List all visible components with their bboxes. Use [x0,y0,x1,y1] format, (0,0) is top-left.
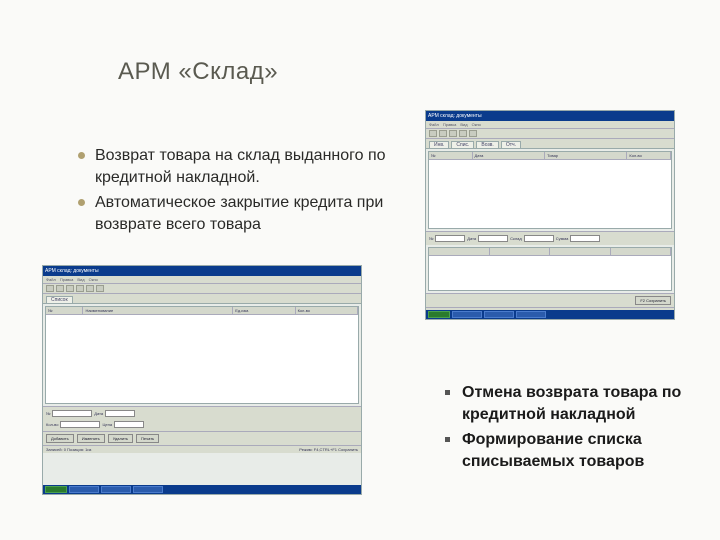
data-grid: № Дата Товар Кол-во [428,151,672,229]
tab: Возв. [476,141,498,148]
bullet-text: Отмена возврата товара по кредитной накл… [462,382,705,425]
toolbar-button [66,285,74,292]
data-grid: № Наименование Ед.изм. Кол-во [45,306,359,404]
add-button: Добавить [46,434,74,443]
toolbar-button [439,130,447,137]
tab: Спис. [451,141,474,148]
field-label: Дата [94,411,103,416]
taskbar-item [452,311,482,318]
tab-bar: Инв. Спис. Возв. Отч. [426,139,674,149]
field-label: № [429,236,433,241]
field-label: № [46,411,50,416]
app-screenshot-left: АРМ склад: документы ФайлПравкаВидОкно С… [42,265,362,495]
grid-header-cell [611,248,672,255]
start-button [428,311,450,318]
toolbar-button [449,130,457,137]
toolbar-button [429,130,437,137]
grid-header-cell: Кол-во [627,152,671,159]
grid-header: № Наименование Ед.изм. Кол-во [46,307,358,315]
tab: Инв. [429,141,449,148]
status-bar: Записей: 0 Позиция: 1из Режим: F4,CTRL+F… [43,445,361,453]
taskbar-item [133,486,163,493]
field-label: Кол-во [46,422,58,427]
field-label: Цена [102,422,112,427]
menu-bar: ФайлПравкаВидОкно [426,121,674,129]
taskbar-item [101,486,131,493]
toolbar [43,284,361,294]
grid-header-cell: Товар [545,152,627,159]
menu-bar: ФайлПравкаВидОкно [43,276,361,284]
list-item: Формирование списка списываемых товаров [445,429,705,472]
field-label: Сумма [556,236,569,241]
grid-header: № Дата Товар Кол-во [429,152,671,160]
form-panel: № Дата Кол-во Цена [43,406,361,431]
bullet-text: Возврат товара на склад выданного по кре… [95,145,398,188]
form-panel: № Дата Склад Сумма [426,231,674,245]
bullet-text: Автоматическое закрытие кредита при возв… [95,192,398,235]
toolbar-button [76,285,84,292]
grid-header-cell [550,248,611,255]
toolbar-button [86,285,94,292]
right-bullet-list: Отмена возврата товара по кредитной накл… [445,382,705,476]
text-input [60,421,100,428]
text-input [478,235,508,242]
grid-header-cell: № [46,307,83,314]
toolbar-button [459,130,467,137]
window-titlebar: АРМ склад: документы [43,266,361,276]
grid-header-cell: Наименование [83,307,233,314]
text-input [114,421,144,428]
grid-header-cell [490,248,551,255]
taskbar-item [516,311,546,318]
button-row: F2 Сохранить [426,293,674,307]
edit-button: Изменить [77,434,105,443]
slide-title: АРМ «Склад» [118,58,278,86]
grid-header-cell: № [429,152,473,159]
tab: Отч. [501,141,521,148]
taskbar-item [69,486,99,493]
toolbar-button [56,285,64,292]
status-text: Записей: 0 Позиция: 1из [46,447,91,452]
grid-header-cell: Ед.изм. [233,307,295,314]
start-button [45,486,67,493]
grid-header-cell: Дата [473,152,546,159]
list-item: Автоматическое закрытие кредита при возв… [78,192,398,235]
square-bullet-icon [445,437,450,442]
left-bullet-list: Возврат товара на склад выданного по кре… [78,145,398,239]
field-label: Дата [467,236,476,241]
taskbar [426,310,674,319]
text-input [105,410,135,417]
toolbar-button [46,285,54,292]
data-grid-secondary [428,247,672,291]
field-label: Склад [510,236,522,241]
bullet-text: Формирование списка списываемых товаров [462,429,705,472]
tab: Список [46,296,73,303]
status-text: Режим: F4,CTRL+F1 Сохранить [299,447,358,452]
text-input [435,235,465,242]
bullet-icon [78,199,85,206]
bullet-icon [78,152,85,159]
tab-bar: Список [43,294,361,304]
square-bullet-icon [445,390,450,395]
grid-header-cell [429,248,490,255]
taskbar [43,485,361,494]
save-button: F2 Сохранить [635,296,671,305]
window-titlebar: АРМ склад: документы [426,111,674,121]
list-item: Возврат товара на склад выданного по кре… [78,145,398,188]
delete-button: Удалить [108,434,133,443]
grid-header-cell: Кол-во [296,307,358,314]
toolbar [426,129,674,139]
toolbar-button [469,130,477,137]
taskbar-item [484,311,514,318]
grid-header [429,248,671,256]
text-input [570,235,600,242]
app-screenshot-right: АРМ склад: документы ФайлПравкаВидОкно И… [425,110,675,320]
list-item: Отмена возврата товара по кредитной накл… [445,382,705,425]
text-input [52,410,92,417]
print-button: Печать [136,434,159,443]
toolbar-button [96,285,104,292]
text-input [524,235,554,242]
button-row: Добавить Изменить Удалить Печать [43,431,361,445]
